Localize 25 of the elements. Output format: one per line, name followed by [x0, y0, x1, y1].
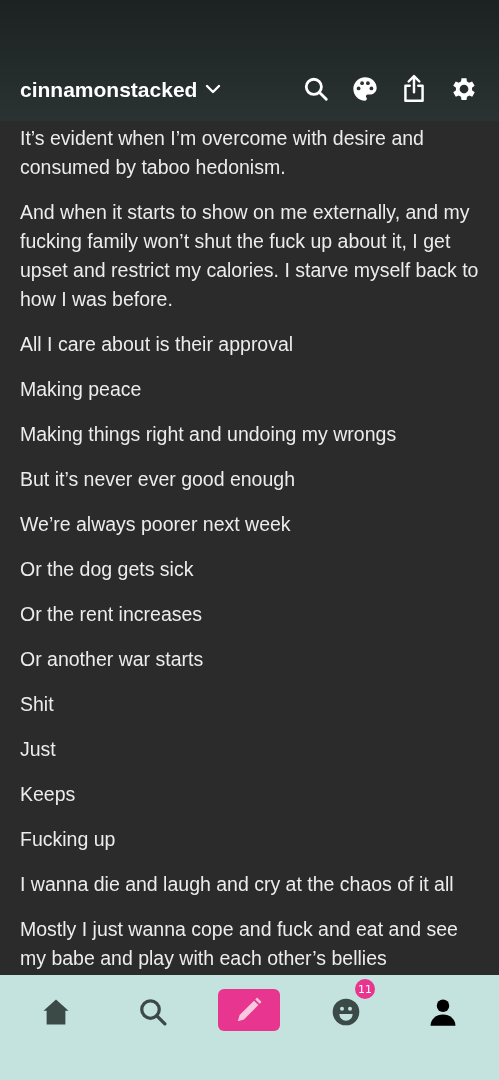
post-paragraph: Shit — [20, 692, 55, 717]
post-paragraph: And when it starts to show on me externally, and my fucking family won’t shut the fuck up about it, I get upset and restrict my calories. I starve myself back to how I was before. — [20, 200, 479, 312]
search-icon[interactable] — [303, 76, 329, 103]
post-paragraph: Just — [20, 737, 57, 762]
post-paragraph: Or the rent increases — [20, 602, 204, 627]
post-paragraph: But it’s never ever good enough — [20, 467, 296, 492]
post-paragraph: All I care about is their approval — [20, 332, 295, 357]
post-paragraph: Making peace — [20, 377, 143, 402]
palette-icon[interactable] — [351, 75, 379, 104]
post-paragraph: I wanna die and laugh and cry at the chaos of it all — [20, 872, 455, 897]
activity-tab[interactable]: 11 — [315, 979, 378, 1033]
blog-name-menu[interactable]: cinnamonstacked — [20, 73, 222, 105]
post-paragraph: It’s evident when I’m overcome with desire and consumed by taboo hedonism. — [20, 126, 425, 180]
chevron-down-icon — [205, 84, 222, 95]
compose-button[interactable] — [218, 989, 281, 1031]
post-paragraph: Making things right and undoing my wrongs — [20, 422, 398, 447]
share-icon[interactable] — [401, 74, 427, 105]
post-paragraph: Keeps — [20, 782, 77, 807]
post-paragraph: Or the dog gets sick — [20, 557, 195, 582]
post-paragraph: Mostly I just wanna cope and fuck and eat and see my babe and play with each other’s bellies — [20, 917, 459, 971]
post-paragraph: Or another war starts — [20, 647, 205, 672]
post-paragraph: We’re always poorer next week — [20, 512, 292, 537]
post-paragraph: Fucking up — [20, 827, 117, 852]
notification-badge: 11 — [355, 979, 376, 999]
search-icon — [137, 997, 168, 1027]
